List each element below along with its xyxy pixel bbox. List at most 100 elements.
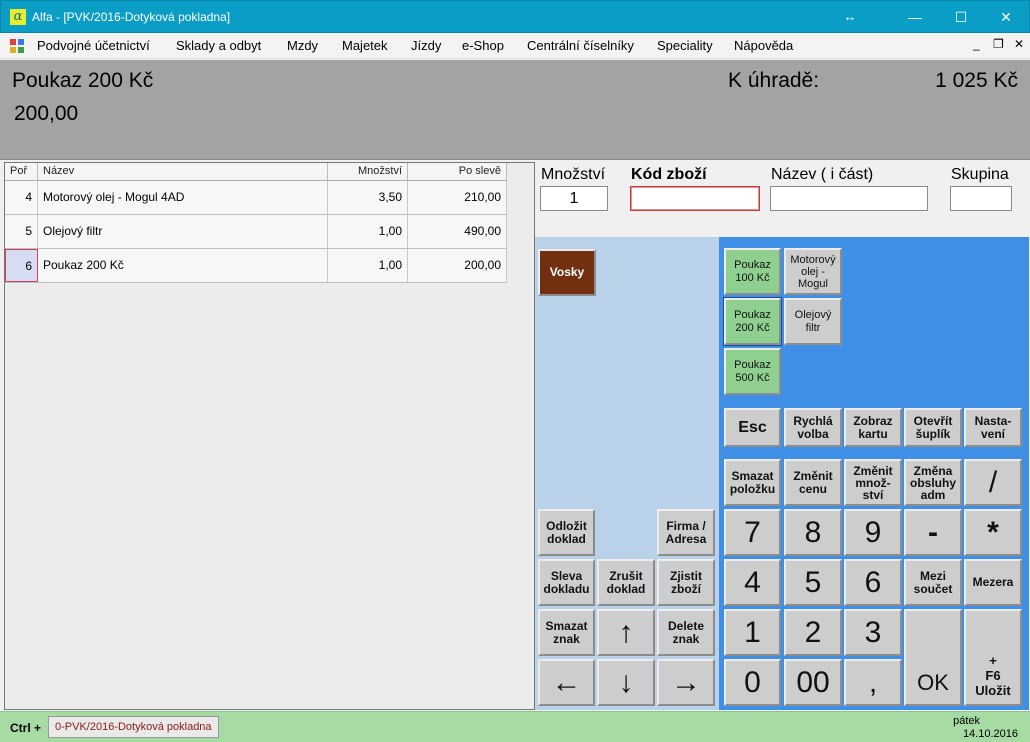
menu-majetek[interactable]: Majetek	[342, 38, 388, 53]
esc-button[interactable]: Esc	[724, 408, 781, 447]
table-row-selected[interactable]: 6 Poukaz 200 Kč 1,00 200,00	[5, 249, 507, 283]
row-name: Olejový filtr	[38, 215, 328, 248]
divide-key[interactable]: /	[964, 459, 1022, 506]
row-name: Poukaz 200 Kč	[38, 249, 328, 282]
table-row[interactable]: 5 Olejový filtr 1,00 490,00	[5, 215, 507, 249]
comma-key[interactable]: ,	[844, 659, 902, 706]
ok-button[interactable]: OK	[904, 609, 962, 706]
title-bar: α Alfa - [PVK/2016-Dotyková pokladna] ↔ …	[0, 0, 1030, 33]
key-7[interactable]: 7	[724, 509, 781, 556]
menu-speciality[interactable]: Speciality	[657, 38, 713, 53]
row-price: 490,00	[408, 215, 507, 248]
table-row[interactable]: 4 Motorový olej - Mogul 4AD 3,50 210,00	[5, 181, 507, 215]
zmenit-cenu-button[interactable]: Změnit cenu	[784, 459, 842, 506]
arrow-down-button[interactable]: ↓	[597, 659, 655, 706]
delete-znak-button[interactable]: Delete znak	[657, 609, 715, 656]
window-title: Alfa - [PVK/2016-Dotyková pokladna]	[32, 10, 231, 24]
rychla-volba-button[interactable]: Rychlá volba	[784, 408, 842, 447]
column-header-poradi[interactable]: Poř	[5, 163, 38, 181]
zmenit-mnozstvi-button[interactable]: Změnit množ- ství	[844, 459, 902, 506]
arrow-left-button[interactable]: ←	[538, 659, 595, 706]
key-00[interactable]: 00	[784, 659, 842, 706]
save-f6-button[interactable]: + F6 Uložit	[964, 609, 1022, 706]
sleva-dokladu-button[interactable]: Sleva dokladu	[538, 559, 595, 606]
mdi-minimize-button[interactable]: _	[973, 37, 980, 51]
product-poukaz-500-button[interactable]: Poukaz 500 Kč	[724, 348, 781, 395]
odlozit-doklad-button[interactable]: Odložit doklad	[538, 509, 595, 556]
key-4[interactable]: 4	[724, 559, 781, 606]
product-code-input[interactable]	[630, 186, 760, 211]
column-header-po-sleve[interactable]: Po slevě	[408, 163, 507, 181]
minus-key[interactable]: -	[904, 509, 962, 556]
items-table[interactable]: Poř Název Množství Po slevě 4 Motorový o…	[4, 162, 535, 710]
menu-jizdy[interactable]: Jízdy	[411, 38, 441, 53]
column-header-mnozstvi[interactable]: Množství	[328, 163, 408, 181]
key-2[interactable]: 2	[784, 609, 842, 656]
row-name: Motorový olej - Mogul 4AD	[38, 181, 328, 214]
mezera-button[interactable]: Mezera	[964, 559, 1022, 606]
key-8[interactable]: 8	[784, 509, 842, 556]
app-icon: α	[10, 9, 26, 25]
quantity-input[interactable]: 1	[540, 186, 608, 211]
product-poukaz-200-button[interactable]: Poukaz 200 Kč	[723, 297, 782, 346]
status-date: 14.10.2016	[962, 728, 1018, 740]
close-button[interactable]: ✕	[991, 6, 1021, 28]
smazat-polozku-button[interactable]: Smazat položku	[724, 459, 781, 506]
row-price: 210,00	[408, 181, 507, 214]
zmena-obsluhy-button[interactable]: Změna obsluhy adm	[904, 459, 962, 506]
menu-e-shop[interactable]: e-Shop	[462, 38, 504, 53]
key-6[interactable]: 6	[844, 559, 902, 606]
resize-arrows-icon[interactable]: ↔	[835, 6, 865, 28]
zrusit-doklad-button[interactable]: Zrušit doklad	[597, 559, 655, 606]
menu-napoveda[interactable]: Nápověda	[734, 38, 793, 53]
quantity-label: Množství	[541, 166, 606, 183]
minimize-button[interactable]: —	[900, 6, 930, 28]
group-label: Skupina	[951, 166, 1009, 183]
menu-mzdy[interactable]: Mzdy	[287, 38, 318, 53]
current-item-price: 200,00	[14, 102, 79, 125]
current-item-name: Poukaz 200 Kč	[12, 69, 154, 92]
group-input[interactable]	[950, 186, 1012, 211]
app-menu-icon[interactable]	[9, 38, 25, 54]
maximize-button[interactable]: ☐	[946, 6, 976, 28]
key-1[interactable]: 1	[724, 609, 781, 656]
mezisoucet-button[interactable]: Mezi součet	[904, 559, 962, 606]
arrow-up-button[interactable]: ↑	[597, 609, 655, 656]
smazat-znak-button[interactable]: Smazat znak	[538, 609, 595, 656]
status-bar: Ctrl + 0-PVK/2016-Dotyková pokladna páte…	[0, 711, 1030, 742]
row-price: 200,00	[408, 249, 507, 282]
product-poukaz-100-button[interactable]: Poukaz 100 Kč	[724, 248, 781, 295]
ctrl-shortcut-label: Ctrl +	[10, 721, 42, 735]
mdi-restore-button[interactable]: ❐	[993, 37, 1004, 51]
product-olejovy-filtr-button[interactable]: Olejový filtr	[784, 298, 842, 345]
menu-sklady-a-odbyt[interactable]: Sklady a odbyt	[176, 38, 261, 53]
key-0[interactable]: 0	[724, 659, 781, 706]
due-label: K úhradě:	[728, 69, 820, 92]
document-tab[interactable]: 0-PVK/2016-Dotyková pokladna	[48, 716, 219, 738]
row-number: 5	[5, 215, 38, 248]
product-motorovy-olej-button[interactable]: Motorový olej - Mogul	[784, 248, 842, 295]
otevrit-suplik-button[interactable]: Otevřít šuplík	[904, 408, 962, 447]
row-number: 4	[5, 181, 38, 214]
menu-centralni-ciselniky[interactable]: Centrální číselníky	[527, 38, 634, 53]
key-3[interactable]: 3	[844, 609, 902, 656]
due-total: 1 025 Kč	[935, 69, 1018, 92]
product-code-label: Kód zboží	[631, 166, 707, 183]
name-search-label: Název ( i část)	[771, 166, 874, 183]
menu-bar: Podvojné účetnictví Sklady a odbyt Mzdy …	[0, 33, 1030, 59]
key-5[interactable]: 5	[784, 559, 842, 606]
firma-adresa-button[interactable]: Firma / Adresa	[657, 509, 715, 556]
column-header-nazev[interactable]: Název	[38, 163, 328, 181]
nastaveni-button[interactable]: Nasta- vení	[964, 408, 1022, 447]
zobraz-kartu-button[interactable]: Zobraz kartu	[844, 408, 902, 447]
arrow-right-button[interactable]: →	[657, 659, 715, 706]
row-quantity: 1,00	[328, 249, 408, 282]
name-search-input[interactable]	[770, 186, 928, 211]
display-header: Poukaz 200 Kč 200,00 K úhradě: 1 025 Kč	[0, 60, 1030, 160]
menu-podvojne-ucetnictvi[interactable]: Podvojné účetnictví	[37, 38, 150, 53]
mdi-close-button[interactable]: ✕	[1014, 37, 1024, 51]
key-9[interactable]: 9	[844, 509, 902, 556]
group-vosky-button[interactable]: Vosky	[538, 249, 596, 296]
multiply-key[interactable]: *	[964, 509, 1022, 556]
zjistit-zbozi-button[interactable]: Zjistit zboží	[657, 559, 715, 606]
